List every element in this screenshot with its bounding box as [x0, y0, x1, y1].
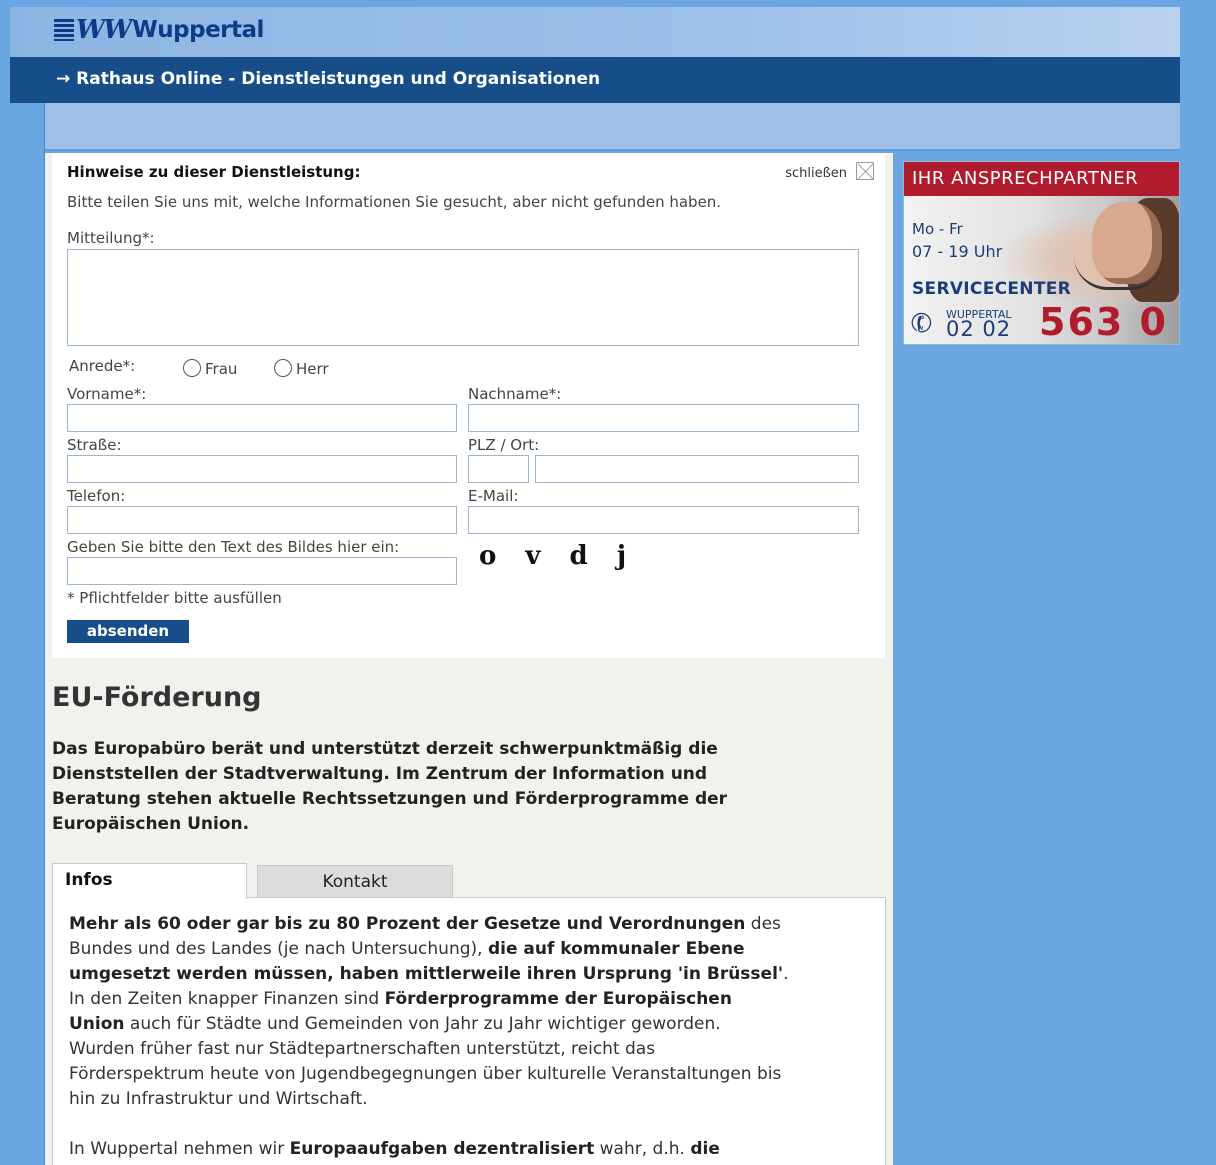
- opening-hours: 07 - 19 Uhr: [912, 242, 1003, 261]
- radio-herr[interactable]: [274, 359, 292, 377]
- form-intro: Bitte teilen Sie uns mit, welche Informa…: [67, 193, 722, 211]
- required-note: * Pflichtfelder bitte ausfüllen: [67, 589, 282, 607]
- section-title-link[interactable]: → Rathaus Online - Dienstleistungen und …: [56, 69, 600, 89]
- page: WW Wuppertal → Rathaus Online - Dienstle…: [10, 7, 1180, 1165]
- phone-area-code: 02 02: [946, 317, 1012, 341]
- main-content: Hinweise zu dieser Dienstleistung: schli…: [45, 153, 893, 1165]
- radio-frau-label: Frau: [205, 360, 238, 378]
- servicecenter-photo: Mo - Fr 07 - 19 Uhr SERVICECENTER ✆ WUPP…: [904, 196, 1179, 344]
- lastname-input[interactable]: [468, 404, 859, 432]
- salutation-label: Anrede*:: [69, 357, 136, 375]
- logo-mark-icon: WW: [54, 17, 132, 43]
- tab-kontakt[interactable]: Kontakt: [257, 865, 453, 899]
- close-icon[interactable]: [856, 162, 874, 180]
- page-title: EU-Förderung: [52, 682, 262, 713]
- zip-city-label: PLZ / Ort:: [468, 436, 540, 454]
- message-textarea[interactable]: [67, 249, 859, 346]
- street-input[interactable]: [67, 455, 457, 483]
- email-label: E-Mail:: [468, 487, 519, 505]
- radio-herr-label: Herr: [296, 360, 329, 378]
- lastname-label: Nachname*:: [468, 385, 562, 403]
- tab-content: Mehr als 60 oder gar bis zu 80 Prozent d…: [69, 912, 789, 1165]
- captcha-input[interactable]: [67, 557, 457, 585]
- phone-number: 563 0: [1039, 300, 1168, 344]
- servicecenter-banner[interactable]: IHR ANSPRECHPARTNER Mo - Fr 07 - 19 Uhr …: [903, 161, 1180, 345]
- banner-heading: IHR ANSPRECHPARTNER: [904, 162, 1179, 196]
- feedback-form: Hinweise zu dieser Dienstleistung: schli…: [52, 153, 885, 658]
- servicecenter-label: SERVICECENTER: [912, 279, 1072, 299]
- sub-nav-bar: [44, 103, 1180, 151]
- opening-days: Mo - Fr: [912, 220, 963, 238]
- captcha-label: Geben Sie bitte den Text des Bildes hier…: [67, 538, 400, 556]
- radio-frau[interactable]: [183, 359, 201, 377]
- firstname-label: Vorname*:: [67, 385, 147, 403]
- tab-infos[interactable]: Infos: [52, 863, 247, 899]
- message-label: Mitteilung*:: [67, 229, 155, 247]
- page-intro: Das Europabüro berät und unterstützt der…: [52, 739, 728, 834]
- firstname-input[interactable]: [67, 404, 457, 432]
- paragraph: Mehr als 60 oder gar bis zu 80 Prozent d…: [69, 914, 789, 1109]
- logo-bar: WW Wuppertal: [10, 7, 1180, 57]
- tab-panel-infos: Mehr als 60 oder gar bis zu 80 Prozent d…: [52, 897, 886, 1165]
- logo-text: Wuppertal: [132, 17, 264, 43]
- email-input[interactable]: [468, 506, 859, 534]
- wuppertal-logo[interactable]: WW Wuppertal: [54, 17, 264, 43]
- close-link[interactable]: schließen: [785, 166, 847, 181]
- phone-input[interactable]: [67, 506, 457, 534]
- phone-icon: ✆: [906, 306, 938, 342]
- nav-bar: → Rathaus Online - Dienstleistungen und …: [10, 57, 1180, 103]
- form-title: Hinweise zu dieser Dienstleistung:: [67, 163, 361, 181]
- city-input[interactable]: [535, 455, 859, 483]
- paragraph: In Wuppertal nehmen wir Europaaufgaben d…: [69, 1139, 720, 1159]
- captcha-image: o v d j: [479, 541, 637, 571]
- phone-label: Telefon:: [67, 487, 126, 505]
- zip-input[interactable]: [468, 455, 529, 483]
- street-label: Straße:: [67, 436, 122, 454]
- submit-button[interactable]: absenden: [67, 620, 189, 643]
